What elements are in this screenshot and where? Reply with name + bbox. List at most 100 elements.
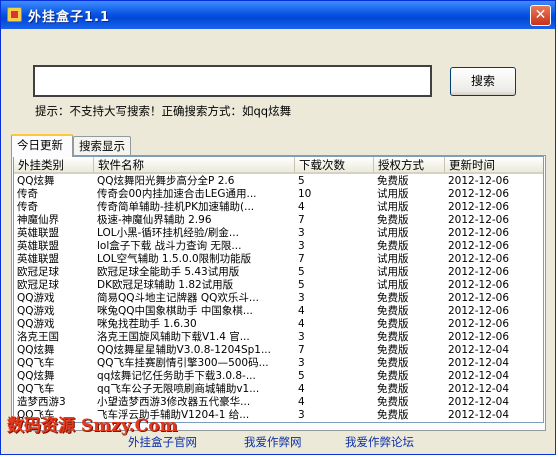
cell-name: 咪兔找茬助手 1.6.30	[97, 318, 197, 330]
cell-license: 免费版	[377, 409, 409, 421]
cell-name: qq飞车公子无限喷刷商城辅助v1...	[97, 383, 260, 395]
table-row[interactable]: 传奇 传奇会00内挂加速合击LEG通用... 10 试用版 2012-12-06	[14, 188, 543, 201]
cell-downloads: 3	[298, 292, 305, 304]
cell-name: 传奇简单辅助-挂机PK加速辅助(...	[97, 201, 255, 213]
cell-name: LOL小黑-循环挂机经验/刷金...	[97, 227, 239, 239]
table-row[interactable]: QQ飞车 QQ飞车挂赛剧情引擎300—500码... 3 免费版 2012-12-04	[14, 357, 543, 370]
table-row[interactable]: 英雄联盟 lol盒子下载 战斗力查询 无限... 3 免费版 2012-12-06	[14, 240, 543, 253]
cell-downloads: 10	[298, 188, 312, 200]
table-row[interactable]: 造梦西游3 小望造梦西游3修改器五代豪华... 4 免费版 2012-12-04	[14, 396, 543, 409]
cell-license: 免费版	[377, 396, 409, 408]
cell-license: 免费版	[377, 318, 409, 330]
cell-downloads: 7	[298, 253, 305, 265]
cell-name: QQ飞车挂赛剧情引擎300—500码...	[97, 357, 269, 369]
cell-license: 免费版	[377, 331, 409, 343]
column-header-category[interactable]: 外挂类别	[14, 157, 94, 174]
table-row[interactable]: QQ游戏 简易QQ斗地主记牌器 QQ欢乐斗... 3 免费版 2012-12-06	[14, 292, 543, 305]
cell-category: 欧冠足球	[17, 279, 59, 291]
cell-updated: 2012-12-06	[448, 318, 510, 330]
watermark: 数码资源 Smzy.Com	[7, 416, 178, 436]
cell-downloads: 5	[298, 279, 305, 291]
cell-downloads: 3	[298, 227, 305, 239]
cell-downloads: 3	[298, 409, 305, 421]
cell-updated: 2012-12-06	[448, 175, 510, 187]
cell-license: 试用版	[377, 279, 409, 291]
cell-license: 免费版	[377, 357, 409, 369]
cell-category: 英雄联盟	[17, 253, 59, 265]
column-header-updated[interactable]: 更新时间	[445, 157, 543, 174]
cell-updated: 2012-12-04	[448, 383, 510, 395]
table-row[interactable]: QQ炫舞 QQ炫舞星星辅助V3.0.8-1204Sp1... 7 免费版 2012-12…	[14, 344, 543, 357]
cell-name: 洛克王国旋风辅助下载V1.4 官...	[97, 331, 250, 343]
table-row[interactable]: QQ游戏 咪兔QQ中国象棋助手 中国象棋... 4 免费版 2012-12-06	[14, 305, 543, 318]
cell-updated: 2012-12-04	[448, 357, 510, 369]
cell-name: LOL空气辅助 1.5.0.0限制功能版	[97, 253, 252, 265]
table-row[interactable]: QQ游戏 咪兔找茬助手 1.6.30 4 免费版 2012-12-06	[14, 318, 543, 331]
column-header-downloads[interactable]: 下载次数	[295, 157, 374, 174]
cell-category: 传奇	[17, 201, 38, 213]
cell-category: 神魔仙界	[17, 214, 59, 226]
cell-license: 免费版	[377, 305, 409, 317]
cell-updated: 2012-12-06	[448, 266, 510, 278]
column-header-name[interactable]: 软件名称	[94, 157, 295, 174]
tab-today-updates[interactable]: 今日更新	[11, 134, 73, 157]
footer-link-official-site[interactable]: 外挂盒子官网	[128, 434, 197, 450]
app-icon	[7, 7, 22, 22]
cell-license: 免费版	[377, 344, 409, 356]
cell-license: 试用版	[377, 188, 409, 200]
cell-category: QQ炫舞	[17, 344, 55, 356]
app-window: 外挂盒子1.1 ✕ 搜索 提示：不支持大写搜索！正确搜索方式：如qq炫舞 今日更…	[0, 0, 556, 455]
table-row[interactable]: 欧冠足球 欧冠足球全能助手 5.43试用版 5 试用版 2012-12-06	[14, 266, 543, 279]
footer-link-cheat-site[interactable]: 我爱作弊网	[244, 434, 302, 450]
cell-name: 小望造梦西游3修改器五代豪华...	[97, 396, 251, 408]
close-button[interactable]: ✕	[530, 5, 551, 26]
cell-name: DK欧冠足球辅助 1.82试用版	[97, 279, 234, 291]
cell-license: 试用版	[377, 227, 409, 239]
cell-license: 免费版	[377, 214, 409, 226]
table-row[interactable]: 传奇 传奇简单辅助-挂机PK加速辅助(... 4 试用版 2012-12-06	[14, 201, 543, 214]
cell-name: QQ炫舞星星辅助V3.0.8-1204Sp1...	[97, 344, 271, 356]
table-row[interactable]: 神魔仙界 极速-神魔仙界辅助 2.96 7 免费版 2012-12-06	[14, 214, 543, 227]
window-title: 外挂盒子1.1	[28, 10, 111, 25]
table-row[interactable]: 洛克王国 洛克王国旋风辅助下载V1.4 官... 3 免费版 2012-12-06	[14, 331, 543, 344]
table-row[interactable]: 欧冠足球 DK欧冠足球辅助 1.82试用版 5 试用版 2012-12-06	[14, 279, 543, 292]
software-list[interactable]: 外挂类别 软件名称 下载次数 授权方式 更新时间 QQ炫舞 QQ炫舞阳光舞步高分全…	[13, 156, 544, 423]
cell-category: QQ游戏	[17, 318, 55, 330]
search-input[interactable]	[33, 65, 432, 97]
cell-license: 免费版	[377, 240, 409, 252]
cell-name: 极速-神魔仙界辅助 2.96	[97, 214, 212, 226]
table-row[interactable]: 英雄联盟 LOL小黑-循环挂机经验/刷金... 3 试用版 2012-12-06	[14, 227, 543, 240]
cell-updated: 2012-12-04	[448, 370, 510, 382]
cell-updated: 2012-12-06	[448, 292, 510, 304]
title-bar[interactable]: 外挂盒子1.1 ✕	[1, 1, 555, 29]
cell-downloads: 5	[298, 175, 305, 187]
cell-name: 传奇会00内挂加速合击LEG通用...	[97, 188, 257, 200]
cell-updated: 2012-12-06	[448, 201, 510, 213]
cell-downloads: 3	[298, 331, 305, 343]
table-row[interactable]: QQ飞车 qq飞车公子无限喷刷商城辅助v1... 4 免费版 2012-12-04	[14, 383, 543, 396]
cell-category: 传奇	[17, 188, 38, 200]
table-row[interactable]: QQ炫舞 QQ炫舞阳光舞步高分全P 2.6 5 免费版 2012-12-06	[14, 175, 543, 188]
cell-name: lol盒子下载 战斗力查询 无限...	[97, 240, 242, 252]
cell-license: 免费版	[377, 292, 409, 304]
cell-downloads: 3	[298, 240, 305, 252]
cell-license: 试用版	[377, 253, 409, 265]
footer-link-cheat-forum[interactable]: 我爱作弊论坛	[345, 434, 414, 450]
cell-updated: 2012-12-06	[448, 240, 510, 252]
table-row[interactable]: QQ炫舞 qq炫舞记忆任务助手下载3.0.8-... 5 免费版 2012-12-04	[14, 370, 543, 383]
cell-downloads: 7	[298, 344, 305, 356]
tab-search-results[interactable]: 搜索显示	[73, 136, 131, 156]
cell-name: QQ炫舞阳光舞步高分全P 2.6	[97, 175, 235, 187]
cell-downloads: 4	[298, 201, 305, 213]
cell-updated: 2012-12-06	[448, 305, 510, 317]
search-button[interactable]: 搜索	[450, 67, 516, 96]
cell-downloads: 4	[298, 396, 305, 408]
table-row[interactable]: 英雄联盟 LOL空气辅助 1.5.0.0限制功能版 7 试用版 2012-12-06	[14, 253, 543, 266]
cell-license: 试用版	[377, 201, 409, 213]
cell-category: QQ游戏	[17, 305, 55, 317]
cell-updated: 2012-12-04	[448, 396, 510, 408]
cell-license: 免费版	[377, 383, 409, 395]
cell-category: QQ游戏	[17, 292, 55, 304]
column-header-license[interactable]: 授权方式	[374, 157, 445, 174]
cell-downloads: 5	[298, 266, 305, 278]
